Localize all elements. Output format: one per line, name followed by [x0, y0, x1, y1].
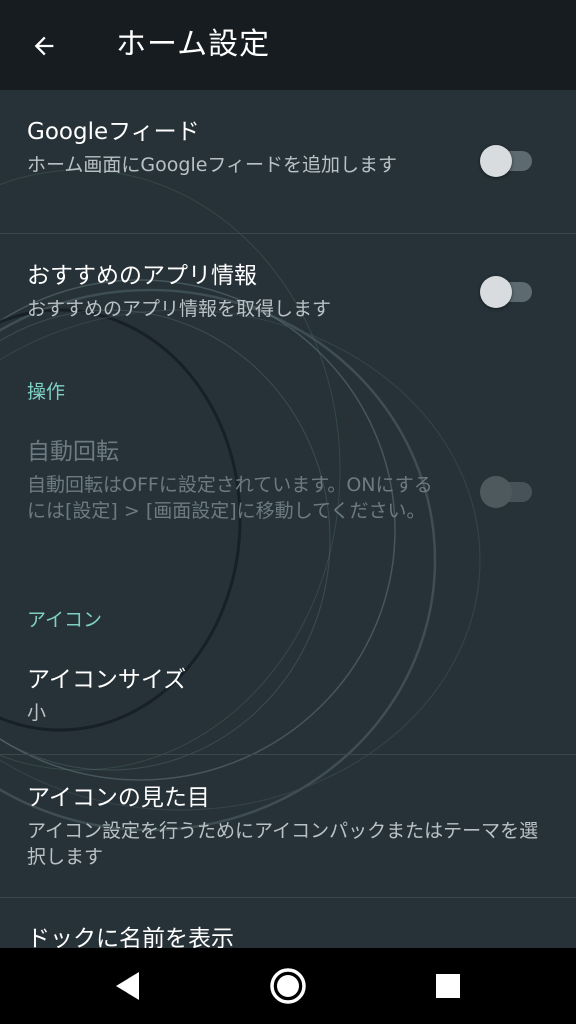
setting-subtitle: 自動回転はOFFに設定されています。ONにするには[設定] > [画面設定]に移…: [27, 474, 433, 522]
google-feed-toggle[interactable]: [480, 143, 536, 179]
setting-dock-labels[interactable]: ドックに名前を表示: [0, 898, 576, 948]
arrow-left-icon: [34, 36, 54, 56]
setting-icon-appearance[interactable]: アイコンの見た目 アイコン設定を行うためにアイコンパックまたはテーマを選択します: [0, 755, 576, 897]
circle-home-icon: [270, 968, 306, 1004]
section-header-operation: 操作: [27, 381, 66, 403]
toggle-thumb: [480, 476, 512, 508]
app-bar: ホーム設定: [0, 0, 576, 90]
setting-subtitle: おすすめのアプリ情報を取得します: [27, 298, 332, 320]
setting-subtitle: ホーム画面にGoogleフィードを追加します: [27, 154, 398, 176]
nav-recents-button[interactable]: [424, 962, 472, 1010]
setting-title: アイコンサイズ: [27, 667, 187, 693]
setting-subtitle: アイコン設定を行うためにアイコンパックまたはテーマを選択します: [27, 820, 539, 868]
setting-auto-rotate: 自動回転 自動回転はOFFに設定されています。ONにするには[設定] > [画面…: [0, 420, 576, 560]
toggle-thumb: [480, 145, 512, 177]
setting-title: 自動回転: [27, 439, 119, 465]
setting-title: ドックに名前を表示: [27, 926, 234, 948]
recommended-apps-toggle[interactable]: [480, 274, 536, 310]
setting-title: おすすめのアプリ情報: [27, 263, 257, 289]
setting-recommended-apps[interactable]: おすすめのアプリ情報 おすすめのアプリ情報を取得します: [0, 234, 576, 344]
setting-google-feed[interactable]: Googleフィード ホーム画面にGoogleフィードを追加します: [0, 90, 576, 233]
settings-list: Googleフィード ホーム画面にGoogleフィードを追加します おすすめのア…: [0, 90, 576, 948]
auto-rotate-toggle: [480, 474, 536, 510]
nav-home-button[interactable]: [264, 962, 312, 1010]
setting-value: 小: [27, 702, 47, 724]
setting-title: Googleフィード: [27, 119, 200, 145]
system-nav-bar: [0, 948, 576, 1024]
setting-title: アイコンの見た目: [27, 785, 210, 811]
nav-back-button[interactable]: [104, 962, 152, 1010]
setting-icon-size[interactable]: アイコンサイズ 小: [0, 650, 576, 754]
square-recents-icon: [436, 974, 460, 998]
toggle-thumb: [480, 276, 512, 308]
triangle-back-icon: [116, 972, 139, 1000]
page-title: ホーム設定: [116, 27, 271, 62]
back-button[interactable]: [20, 22, 68, 70]
section-header-icons: アイコン: [27, 609, 103, 631]
